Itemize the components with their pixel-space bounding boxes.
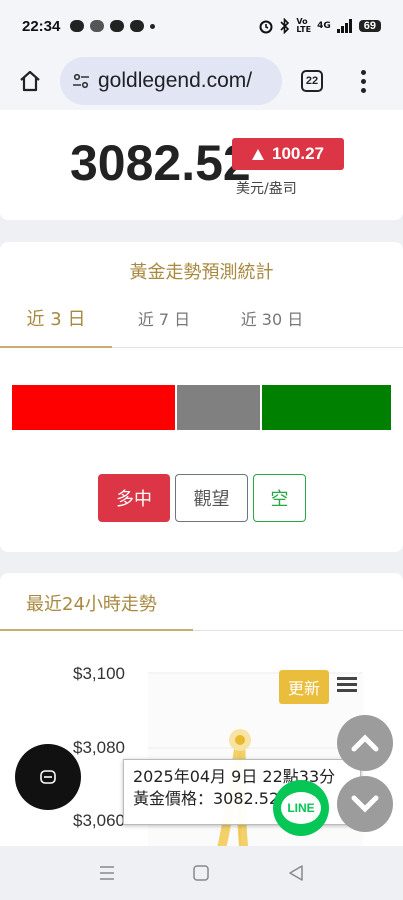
status-bar: 22:34 Vo LTE 4G 69 <box>0 0 403 52</box>
menu-dot <box>361 69 366 75</box>
neutral-button[interactable]: 觀望 <box>175 474 248 522</box>
tab-switcher-button[interactable]: 22 <box>301 70 323 92</box>
y-tick-label: $3,100 <box>73 664 125 683</box>
youtube-notification-icon <box>130 20 145 32</box>
tooltip-datetime: 2025年04月 9日 22點33分 <box>133 767 336 786</box>
bullish-button[interactable]: 多中 <box>98 474 170 522</box>
price-unit: 美元/盎司 <box>236 181 297 197</box>
gold-price: 3082.52 <box>70 135 251 191</box>
distribution-segment-down <box>260 385 391 430</box>
y-tick-label: $3,080 <box>73 738 125 757</box>
hamburger-line <box>337 689 357 692</box>
status-time: 22:34 <box>22 17 61 35</box>
chevron-up-icon <box>351 734 379 752</box>
period-tabs: 近 3 日 近 7 日 近 30 日 <box>0 300 403 348</box>
tiktok-notification-icon <box>90 20 105 32</box>
vote-buttons: 多中 觀望 空 <box>0 474 403 522</box>
line-icon: LINE <box>281 792 321 824</box>
tab-3-days[interactable]: 近 3 日 <box>0 300 112 348</box>
tab-30-days[interactable]: 近 30 日 <box>216 300 328 348</box>
trend-title: 最近24小時走勢 <box>26 594 157 615</box>
signal-icon <box>336 19 352 33</box>
triangle-up-icon <box>252 148 264 160</box>
home-nav-icon[interactable] <box>192 864 210 882</box>
browser-toolbar: goldlegend.com/ 22 <box>0 52 403 110</box>
y-tick-label: $3,060 <box>73 811 125 830</box>
menu-dot <box>361 87 366 93</box>
hover-point <box>235 735 245 745</box>
divider <box>193 630 403 631</box>
system-icons: Vo LTE 4G 69 <box>258 18 381 34</box>
active-tab-indicator <box>0 346 112 348</box>
bluetooth-icon <box>280 18 290 34</box>
notification-icons <box>70 20 156 32</box>
recent-apps-icon[interactable] <box>98 865 116 881</box>
refresh-button[interactable]: 更新 <box>279 670 329 704</box>
price-change-value: 100.27 <box>272 144 324 163</box>
line-notification-icon <box>70 20 85 32</box>
floating-assistant-button[interactable] <box>15 744 81 810</box>
chevron-down-icon <box>351 795 379 813</box>
distribution-segment-up <box>12 385 175 430</box>
volte-icon: Vo LTE <box>296 17 312 34</box>
price-change-badge: 100.27 <box>232 138 344 170</box>
site-settings-icon[interactable] <box>72 72 90 90</box>
trend-title-underline <box>0 629 193 631</box>
alarm-icon <box>259 20 273 34</box>
distribution-segment-flat <box>175 385 260 430</box>
network-type: 4G <box>317 21 331 31</box>
home-button[interactable] <box>0 52 60 110</box>
forecast-stats-card: 黃金走勢預測統計 近 3 日 近 7 日 近 30 日 多中 觀望 空 <box>0 242 403 552</box>
chart-menu-button[interactable] <box>337 677 357 692</box>
forecast-title: 黃金走勢預測統計 <box>129 262 274 283</box>
url-text: goldlegend.com/ <box>98 69 253 92</box>
address-bar[interactable]: goldlegend.com/ <box>60 57 282 105</box>
hamburger-line <box>337 683 357 686</box>
scroll-down-button[interactable] <box>337 776 393 832</box>
back-nav-icon[interactable] <box>287 864 305 882</box>
tab-7-days[interactable]: 近 7 日 <box>112 300 216 348</box>
scroll-up-button[interactable] <box>337 715 393 771</box>
forecast-distribution-bar <box>12 385 391 430</box>
system-navigation-bar <box>0 846 403 900</box>
home-icon <box>20 70 40 92</box>
menu-dot <box>361 78 366 84</box>
more-notifications-icon <box>150 23 156 29</box>
line-notification-icon <box>110 20 125 32</box>
price-card: 3082.52 100.27 美元/盎司 <box>0 110 403 220</box>
hamburger-line <box>337 677 357 680</box>
battery-indicator: 69 <box>358 20 381 32</box>
assistant-icon <box>40 770 56 784</box>
browser-menu-button[interactable] <box>361 69 366 93</box>
line-share-button[interactable]: LINE <box>273 780 329 836</box>
bearish-button[interactable]: 空 <box>253 474 306 522</box>
